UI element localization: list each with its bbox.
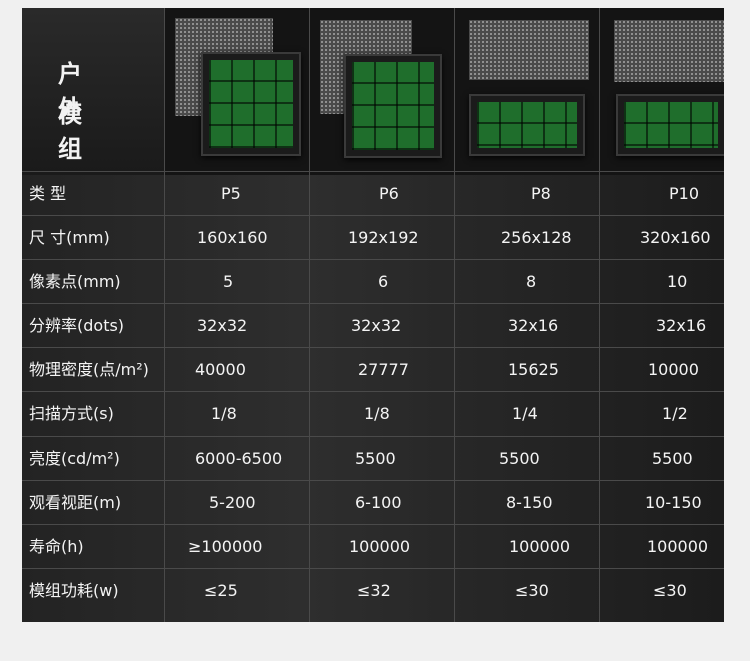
row-label: 像素点(mm) (29, 272, 121, 291)
cell-p10: 320x160 (640, 228, 711, 247)
cell-p6: 6-100 (355, 493, 402, 512)
cell-p10: 100000 (647, 537, 709, 556)
cell-p6: 32x32 (351, 316, 402, 335)
cell-p6: 27777 (358, 360, 409, 379)
cell-p8: 15625 (508, 360, 559, 379)
cell-p10: 1/2 (662, 404, 688, 423)
cell-p6: ≤32 (357, 581, 391, 600)
table-row-scan-mode: 扫描方式(s) 1/8 1/8 1/4 1/2 (22, 391, 724, 436)
row-label: 类 型 (29, 184, 67, 203)
cell-p6: 100000 (349, 537, 411, 556)
cell-p10: P10 (669, 184, 700, 203)
cell-p5: 5-200 (209, 493, 256, 512)
row-label: 寿命(h) (29, 537, 84, 556)
table-row-viewing-distance: 观看视距(m) 5-200 6-100 8-150 10-150 (22, 480, 724, 525)
cell-p8: ≤30 (515, 581, 549, 600)
module-photo-p10 (600, 8, 724, 175)
table-row-resolution: 分辨率(dots) 32x32 32x32 32x16 32x16 (22, 303, 724, 348)
row-label: 尺 寸(mm) (29, 228, 110, 247)
cell-p6: 6 (378, 272, 389, 291)
cell-p5: P5 (221, 184, 241, 203)
cell-p6: 5500 (355, 449, 396, 468)
cell-p10: 10-150 (645, 493, 702, 512)
cell-p8: 256x128 (501, 228, 572, 247)
cell-p8: P8 (531, 184, 551, 203)
module-photo-p5 (165, 8, 309, 175)
cell-p10: 10000 (648, 360, 699, 379)
table-row-pixel-pitch: 像素点(mm) 5 6 8 10 (22, 259, 724, 304)
row-label: 模组功耗(w) (29, 581, 119, 600)
cell-p8: 1/4 (512, 404, 538, 423)
cell-p5: ≥100000 (188, 537, 263, 556)
cell-p8: 8-150 (506, 493, 553, 512)
cell-p5: 5 (223, 272, 234, 291)
module-photo-p6 (310, 8, 454, 175)
cell-p5: 160x160 (197, 228, 268, 247)
row-label: 分辨率(dots) (29, 316, 125, 335)
cell-p8: 8 (526, 272, 537, 291)
cell-p6: P6 (379, 184, 399, 203)
cell-p10: ≤30 (653, 581, 687, 600)
cell-p10: 10 (667, 272, 688, 291)
cell-p6: 192x192 (348, 228, 419, 247)
cell-p8: 32x16 (508, 316, 559, 335)
cell-p5: 1/8 (211, 404, 237, 423)
row-label: 物理密度(点/m²) (29, 360, 149, 379)
cell-p8: 5500 (499, 449, 540, 468)
corner-title: 户 外 模 组 (22, 8, 165, 175)
table-row-power: 模组功耗(w) ≤25 ≤32 ≤30 ≤30 (22, 568, 724, 622)
corner-title-line2: 模 组 (58, 100, 100, 163)
table-row-type: 类 型 P5 P6 P8 P10 (22, 171, 724, 216)
cell-p10: 32x16 (656, 316, 707, 335)
spec-sheet: 户 外 模 组 类 型 P5 P6 P8 P10 尺 寸(mm) 160x160… (22, 8, 724, 622)
row-label: 亮度(cd/m²) (29, 449, 120, 468)
cell-p10: 5500 (652, 449, 693, 468)
cell-p5: ≤25 (204, 581, 238, 600)
table-row-lifespan: 寿命(h) ≥100000 100000 100000 100000 (22, 524, 724, 569)
cell-p8: 100000 (509, 537, 571, 556)
module-photo-p8 (455, 8, 599, 175)
cell-p5: 32x32 (197, 316, 248, 335)
cell-p5: 40000 (195, 360, 246, 379)
table-row-brightness: 亮度(cd/m²) 6000-6500 5500 5500 5500 (22, 436, 724, 481)
cell-p5: 6000-6500 (195, 449, 283, 468)
cell-p6: 1/8 (364, 404, 390, 423)
row-label: 扫描方式(s) (29, 404, 114, 423)
row-label: 观看视距(m) (29, 493, 122, 512)
table-row-size: 尺 寸(mm) 160x160 192x192 256x128 320x160 (22, 215, 724, 260)
table-row-density: 物理密度(点/m²) 40000 27777 15625 10000 (22, 347, 724, 392)
